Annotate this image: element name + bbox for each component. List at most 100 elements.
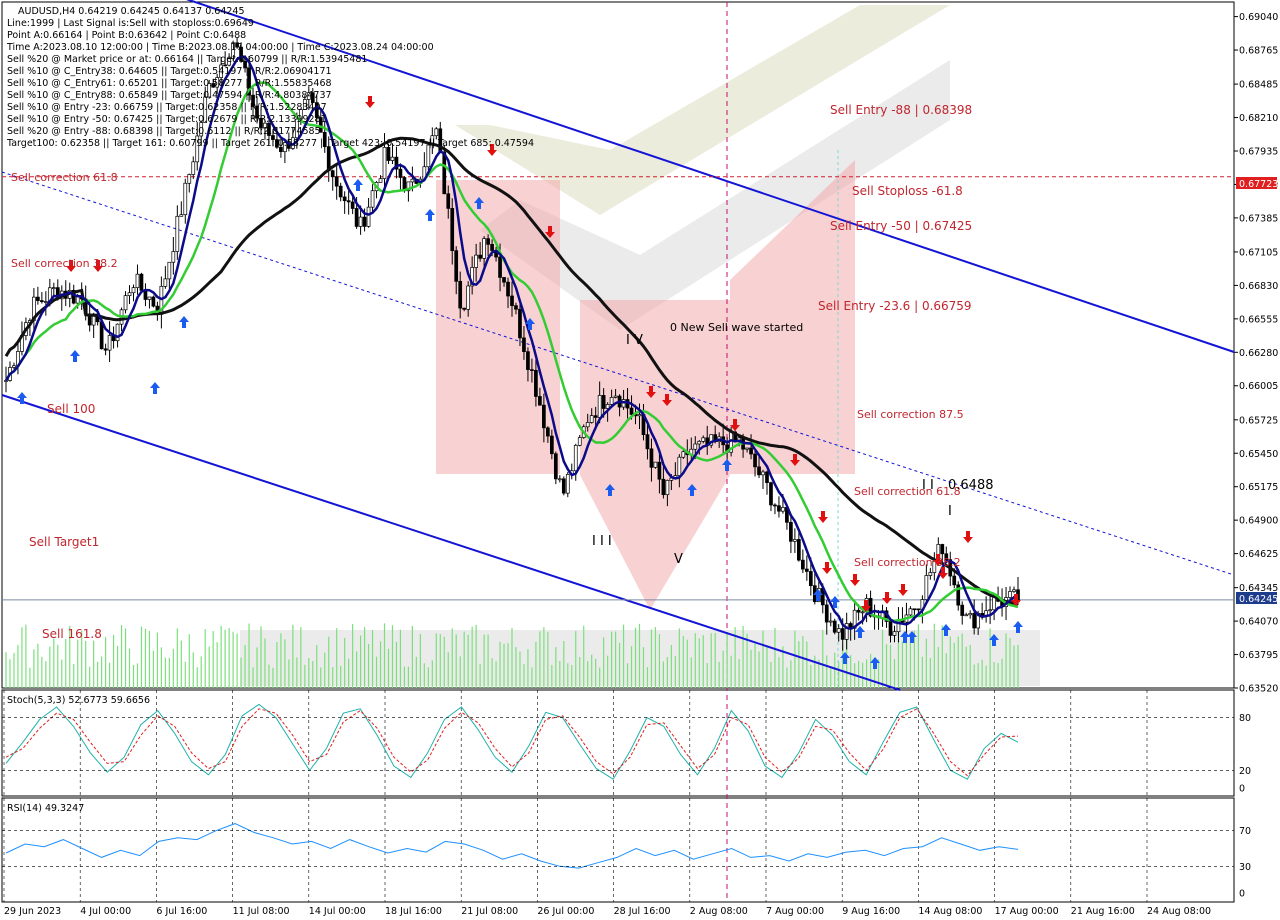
candle-body xyxy=(366,206,371,227)
candle-body xyxy=(701,437,706,442)
info-line: Sell %20 @ Entry -88: 0.68398 || Target:… xyxy=(7,126,321,137)
candle-body xyxy=(538,396,542,406)
y-tick-label: 0.63520 xyxy=(1239,684,1278,695)
y-tick-label: 0.65725 xyxy=(1239,415,1278,426)
candle-body xyxy=(557,478,562,481)
x-tick-label: 9 Aug 16:00 xyxy=(842,906,900,917)
y-tick-label: 0.67105 xyxy=(1239,247,1278,258)
candle-body xyxy=(334,176,339,187)
candle-body xyxy=(808,571,813,587)
candle-body xyxy=(697,441,702,445)
candle-body xyxy=(486,238,490,245)
stoch-panel xyxy=(1,689,1235,797)
level-label: Sell Entry -50 | 0.67425 xyxy=(830,219,972,233)
candle-body xyxy=(549,435,554,455)
y-tick-label: 0.68210 xyxy=(1239,113,1278,124)
chart-root: 0.690400.687650.684850.682100.679350.676… xyxy=(1,0,1278,917)
x-tick-label: 28 Jul 16:00 xyxy=(614,906,671,917)
x-tick-label: 11 Jul 08:00 xyxy=(233,906,290,917)
info-line: Time A:2023.08.10 12:00:00 | Time B:2023… xyxy=(6,42,434,53)
x-tick-label: 21 Jul 08:00 xyxy=(461,906,518,917)
rsi-title: RSI(14) 49.3247 xyxy=(7,803,84,814)
y-tick-label: 0.64900 xyxy=(1239,516,1278,527)
x-tick-label: 7 Aug 00:00 xyxy=(766,906,824,917)
candle-body xyxy=(51,287,56,289)
current-price-tag: 0.64245 xyxy=(1236,592,1278,605)
candle-body xyxy=(107,335,112,351)
y-tick-label: 0.65175 xyxy=(1239,482,1278,493)
candle-body xyxy=(968,613,973,616)
candle-body xyxy=(386,147,391,161)
candle-body xyxy=(892,631,897,636)
candle-body xyxy=(354,208,359,227)
candle-body xyxy=(542,404,546,429)
candle-body xyxy=(677,456,682,476)
candle-body xyxy=(139,273,144,291)
x-tick-label: 6 Jul 16:00 xyxy=(156,906,207,917)
rsi-y-label: 70 xyxy=(1239,826,1251,837)
candle-body xyxy=(490,244,494,251)
candle-body xyxy=(1008,591,1012,598)
candle-body xyxy=(346,200,351,203)
wave-label: 0.6488 xyxy=(948,478,994,493)
candle-body xyxy=(964,614,969,617)
candle-body xyxy=(832,620,837,633)
candle-body xyxy=(36,296,40,301)
y-tick-label: 0.68765 xyxy=(1239,46,1278,57)
level-label: Sell Target1 xyxy=(29,535,99,549)
stoploss-price-tag: 0.67723 xyxy=(1236,177,1278,190)
candle-body xyxy=(565,474,570,494)
candle-body xyxy=(613,395,618,398)
candle-body xyxy=(653,461,658,468)
y-tick-label: 0.65450 xyxy=(1239,449,1278,460)
candle-body xyxy=(577,437,582,446)
level-label: Sell 161.8 xyxy=(42,627,102,641)
candle-body xyxy=(777,505,781,512)
rsi-y-label: 0 xyxy=(1239,889,1245,900)
candle-body xyxy=(597,395,602,418)
candle-body xyxy=(115,323,120,342)
candle-body xyxy=(482,238,486,259)
y-tick-label: 0.69040 xyxy=(1239,12,1278,23)
level-label: Sell correction 87.5 xyxy=(857,408,964,421)
candle-body xyxy=(601,395,606,409)
info-line: Sell %10 @ C_Entry61: 0.65201 || Target:… xyxy=(7,78,332,89)
candle-body xyxy=(498,256,502,278)
candle-body xyxy=(637,414,642,417)
wave-label: I I I xyxy=(592,534,612,549)
candle-body xyxy=(330,170,335,177)
candle-body xyxy=(836,628,841,633)
svg-text:0.67723: 0.67723 xyxy=(1239,179,1278,190)
candle-body xyxy=(681,451,686,458)
candle-body xyxy=(338,185,343,198)
candle-body xyxy=(745,447,749,450)
candle-body xyxy=(163,278,168,287)
candle-body xyxy=(960,604,965,616)
candle-body xyxy=(924,575,929,600)
level-label: Sell correction 61.8 xyxy=(854,485,961,498)
candle-body xyxy=(99,321,104,350)
candle-body xyxy=(593,415,598,418)
y-tick-label: 0.64625 xyxy=(1239,549,1278,560)
candle-body xyxy=(522,337,526,353)
level-label: Sell correction 38.2 xyxy=(854,556,961,569)
y-tick-label: 0.64070 xyxy=(1239,617,1278,628)
candle-body xyxy=(390,156,395,161)
candle-body xyxy=(553,453,558,480)
candle-body xyxy=(649,448,654,468)
candle-body xyxy=(1012,589,1016,592)
x-tick-label: 18 Jul 16:00 xyxy=(385,906,442,917)
candle-body xyxy=(526,351,530,370)
candle-body xyxy=(410,178,415,183)
candle-body xyxy=(326,146,331,172)
candle-body xyxy=(135,273,140,288)
candle-body xyxy=(40,300,44,302)
candle-body xyxy=(370,190,375,208)
candle-body xyxy=(358,216,363,227)
candle-body xyxy=(43,301,48,303)
candle-body xyxy=(183,182,188,216)
candle-body xyxy=(561,478,566,494)
candle-body xyxy=(506,281,510,297)
candle-body xyxy=(609,397,614,405)
candle-body xyxy=(510,295,514,307)
